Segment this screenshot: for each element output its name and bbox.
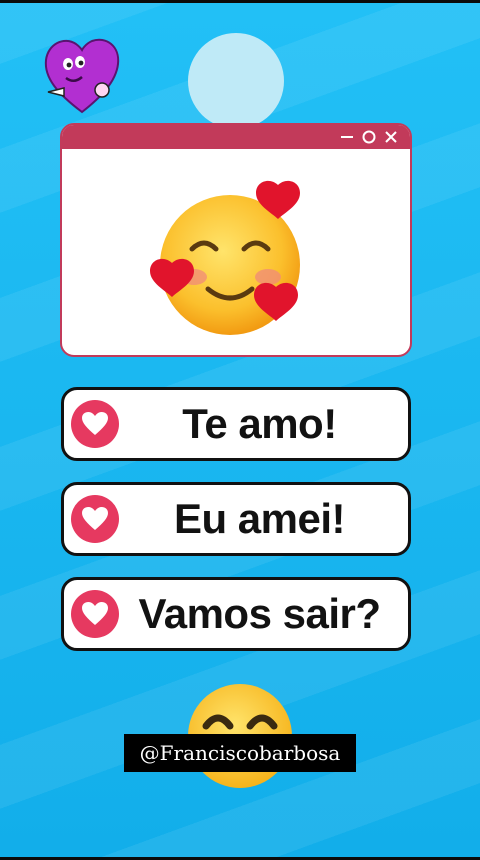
option-te-amo-button[interactable]: Te amo! — [61, 387, 411, 461]
heart-icon — [71, 400, 119, 448]
maximize-icon[interactable] — [362, 130, 376, 144]
window-content — [62, 149, 410, 355]
top-border — [0, 0, 480, 3]
option-label: Eu amei! — [173, 495, 346, 542]
heart-icon — [71, 590, 119, 638]
minimize-icon[interactable] — [340, 130, 354, 144]
option-label: Te amo! — [182, 400, 337, 447]
light-blue-circle — [188, 33, 284, 129]
option-vamos-sair-button[interactable]: Vamos sair? — [61, 577, 411, 651]
smiling-face-with-hearts-emoji-icon — [150, 180, 300, 335]
option-eu-amei-button[interactable]: Eu amei! — [61, 482, 411, 556]
heart-icon — [71, 495, 119, 543]
watermark-handle: @Franciscobarbosa — [124, 734, 356, 772]
option-label: Vamos sair? — [138, 590, 381, 637]
close-icon[interactable] — [384, 130, 398, 144]
popup-window — [60, 123, 412, 357]
purple-heart-mascot-icon — [44, 38, 120, 114]
window-titlebar — [62, 125, 410, 149]
